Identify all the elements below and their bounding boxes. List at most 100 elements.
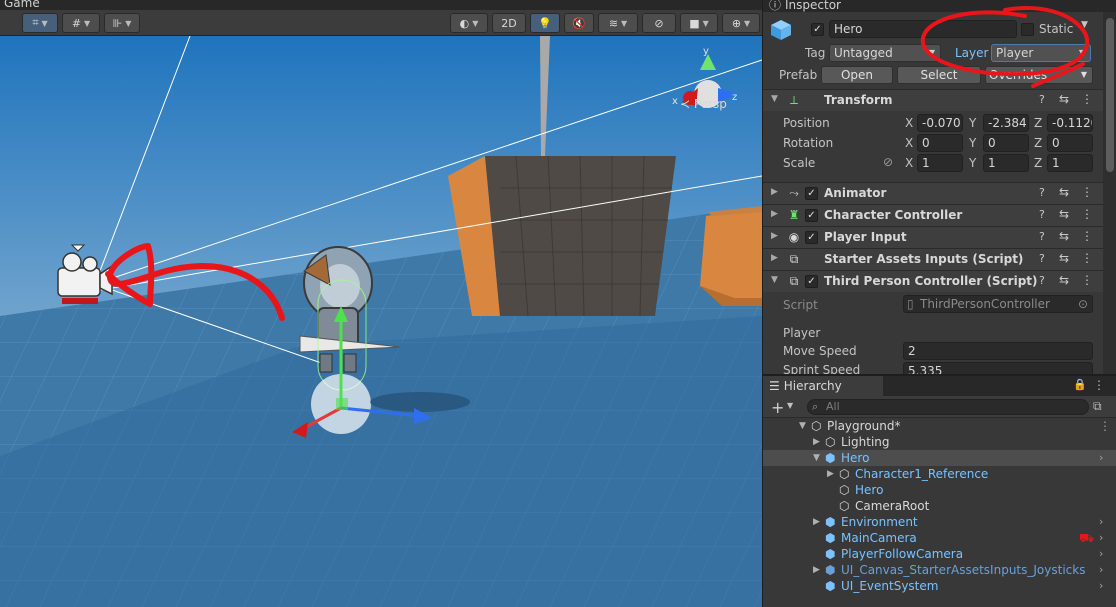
chevron-down-icon[interactable]: ▼	[787, 401, 793, 410]
inspector-tab[interactable]: ⓘ Inspector	[769, 0, 841, 13]
help-icon[interactable]: ?	[1039, 93, 1045, 106]
persp-label[interactable]: ≺ Persp	[680, 97, 727, 111]
fold-right-icon[interactable]: ▶	[827, 466, 834, 482]
scene-view[interactable]: Game ⌗ ▼ # ▼ ⊪ ▼ ◐ ▼ 2D 💡 🔇 ≋ ▼ ⊘ ■ ▼ ⊕ …	[0, 0, 762, 607]
camera-settings-dropdown[interactable]: ■ ▼	[680, 13, 718, 33]
chevron-right-icon[interactable]: ›	[1099, 450, 1103, 466]
fold-down-icon[interactable]: ▼	[771, 94, 778, 104]
fold-right-icon[interactable]: ▶	[771, 231, 778, 241]
cube-object-2[interactable]	[700, 208, 762, 306]
preset-sliders-icon[interactable]: ⇆	[1059, 92, 1069, 106]
starter-assets-inputs-header[interactable]: ▶ ⧉ Starter Assets Inputs (Script) ? ⇆ ⋮	[763, 248, 1103, 270]
position-x-field[interactable]: -0.070	[917, 114, 963, 132]
add-icon[interactable]: +	[771, 398, 784, 417]
character-controller-enabled-checkbox[interactable]: ✓	[805, 209, 818, 222]
chevron-right-icon[interactable]: ›	[1099, 530, 1103, 546]
draw-mode-dropdown[interactable]: ◐ ▼	[450, 13, 488, 33]
third-person-controller-enabled-checkbox[interactable]: ✓	[805, 275, 818, 288]
animator-enabled-checkbox[interactable]: ✓	[805, 187, 818, 200]
sprint-speed-field[interactable]: 5.335	[903, 362, 1093, 374]
game-tab[interactable]: Game	[4, 0, 40, 10]
2d-toggle[interactable]: 2D	[492, 13, 526, 33]
third-person-controller-header[interactable]: ▼ ⧉ ✓ Third Person Controller (Script) ?…	[763, 270, 1103, 292]
chevron-right-icon[interactable]: ›	[1099, 578, 1103, 594]
fold-right-icon[interactable]: ▶	[813, 562, 820, 578]
preset-sliders-icon[interactable]: ⇆	[1059, 185, 1069, 199]
more-options-icon[interactable]: ⋮	[1081, 92, 1093, 106]
hierarchy-item-hero-child[interactable]: ⬡ Hero	[763, 482, 1116, 498]
fold-right-icon[interactable]: ▶	[813, 514, 820, 530]
cube-object[interactable]	[448, 155, 676, 317]
hierarchy-item-environment[interactable]: ▶ ⬢ Environment ›	[763, 514, 1116, 530]
hierarchy-item-character1-reference[interactable]: ▶ ⬡ Character1_Reference	[763, 466, 1116, 482]
chevron-right-icon[interactable]: ›	[1099, 562, 1103, 578]
hierarchy-tab[interactable]: ☰ Hierarchy	[763, 376, 883, 396]
hidden-objects-toggle[interactable]: ⊘	[642, 13, 676, 33]
help-icon[interactable]: ?	[1039, 186, 1045, 199]
active-checkbox[interactable]: ✓	[811, 23, 824, 36]
hierarchy-scene-row[interactable]: ▼ ⬡ Playground* ⋮	[763, 418, 1116, 434]
scene-viewport[interactable]: y x z	[0, 36, 762, 607]
animator-header[interactable]: ▶ ⤳ ✓ Animator ? ⇆ ⋮	[763, 182, 1103, 204]
player-input-header[interactable]: ▶ ◉ ✓ Player Input ? ⇆ ⋮	[763, 226, 1103, 248]
preset-sliders-icon[interactable]: ⇆	[1059, 251, 1069, 265]
audio-toggle[interactable]: 🔇	[564, 13, 594, 33]
fold-right-icon[interactable]: ▶	[771, 253, 778, 263]
more-options-icon[interactable]: ⋮	[1099, 418, 1111, 434]
grid-snap-dropdown[interactable]: # ▼	[62, 13, 100, 33]
transform-tool-dropdown[interactable]: ⌗ ▼	[22, 13, 58, 33]
hierarchy-search-input[interactable]: ⌕ All	[807, 399, 1089, 415]
help-icon[interactable]: ?	[1039, 208, 1045, 221]
script-reference-field[interactable]: ▯ ThirdPersonController ⊙	[903, 295, 1093, 313]
fold-right-icon[interactable]: ▶	[813, 434, 820, 450]
preset-sliders-icon[interactable]: ⇆	[1059, 229, 1069, 243]
more-options-icon[interactable]: ⋮	[1081, 229, 1093, 243]
position-z-field[interactable]: -0.1120	[1047, 114, 1093, 132]
preset-sliders-icon[interactable]: ⇆	[1059, 273, 1069, 287]
fold-right-icon[interactable]: ▶	[771, 209, 778, 219]
lighting-toggle[interactable]: 💡	[530, 13, 560, 33]
scale-y-field[interactable]: 1	[983, 154, 1029, 172]
hierarchy-item-ui-canvas[interactable]: ▶ ⬢ UI_Canvas_StarterAssetsInputs_Joysti…	[763, 562, 1116, 578]
more-options-icon[interactable]: ⋮	[1081, 273, 1093, 287]
link-constraint-icon[interactable]: ⊘	[883, 155, 893, 169]
rotation-z-field[interactable]: 0	[1047, 134, 1093, 152]
prefab-open-button[interactable]: Open	[821, 66, 893, 84]
object-picker-icon[interactable]: ⊙	[1078, 296, 1088, 312]
position-y-field[interactable]: -2.384	[983, 114, 1029, 132]
transform-header[interactable]: ▼ ⟂ Transform ? ⇆ ⋮	[763, 89, 1103, 111]
scale-x-field[interactable]: 1	[917, 154, 963, 172]
effects-dropdown[interactable]: ≋ ▼	[598, 13, 638, 33]
move-speed-field[interactable]: 2	[903, 342, 1093, 360]
scale-z-field[interactable]: 1	[1047, 154, 1093, 172]
fold-down-icon[interactable]: ▼	[799, 418, 806, 434]
rotation-x-field[interactable]: 0	[917, 134, 963, 152]
scene-visibility-icon[interactable]: ⧉	[1093, 399, 1102, 414]
hierarchy-item-playerfollowcamera[interactable]: ⬢ PlayerFollowCamera ›	[763, 546, 1116, 562]
player-input-enabled-checkbox[interactable]: ✓	[805, 231, 818, 244]
fold-right-icon[interactable]: ▶	[771, 187, 778, 197]
help-icon[interactable]: ?	[1039, 252, 1045, 265]
fold-down-icon[interactable]: ▼	[813, 450, 820, 466]
more-options-icon[interactable]: ⋮	[1081, 251, 1093, 265]
increment-snap-dropdown[interactable]: ⊪ ▼	[104, 13, 140, 33]
more-options-icon[interactable]: ⋮	[1093, 378, 1105, 392]
chevron-right-icon[interactable]: ›	[1099, 546, 1103, 562]
hierarchy-item-maincamera[interactable]: ⬢ MainCamera ⛟ ›	[763, 530, 1116, 546]
hierarchy-item-cameraroot[interactable]: ⬡ CameraRoot	[763, 498, 1116, 514]
gizmos-dropdown[interactable]: ⊕ ▼	[722, 13, 760, 33]
scrollbar-thumb[interactable]	[1106, 18, 1114, 172]
more-options-icon[interactable]: ⋮	[1081, 207, 1093, 221]
more-options-icon[interactable]: ⋮	[1081, 185, 1093, 199]
hierarchy-item-hero[interactable]: ▼ ⬢ Hero ›	[763, 450, 1116, 466]
rotation-y-field[interactable]: 0	[983, 134, 1029, 152]
fold-down-icon[interactable]: ▼	[771, 275, 778, 285]
chevron-right-icon[interactable]: ›	[1099, 514, 1103, 530]
hierarchy-item-ui-eventsystem[interactable]: ⬢ UI_EventSystem ›	[763, 578, 1116, 594]
lock-icon[interactable]: 🔒	[1073, 378, 1087, 391]
help-icon[interactable]: ?	[1039, 274, 1045, 287]
character-controller-header[interactable]: ▶ ♜ ✓ Character Controller ? ⇆ ⋮	[763, 204, 1103, 226]
help-icon[interactable]: ?	[1039, 230, 1045, 243]
preset-sliders-icon[interactable]: ⇆	[1059, 207, 1069, 221]
hierarchy-item-lighting[interactable]: ▶ ⬡ Lighting	[763, 434, 1116, 450]
